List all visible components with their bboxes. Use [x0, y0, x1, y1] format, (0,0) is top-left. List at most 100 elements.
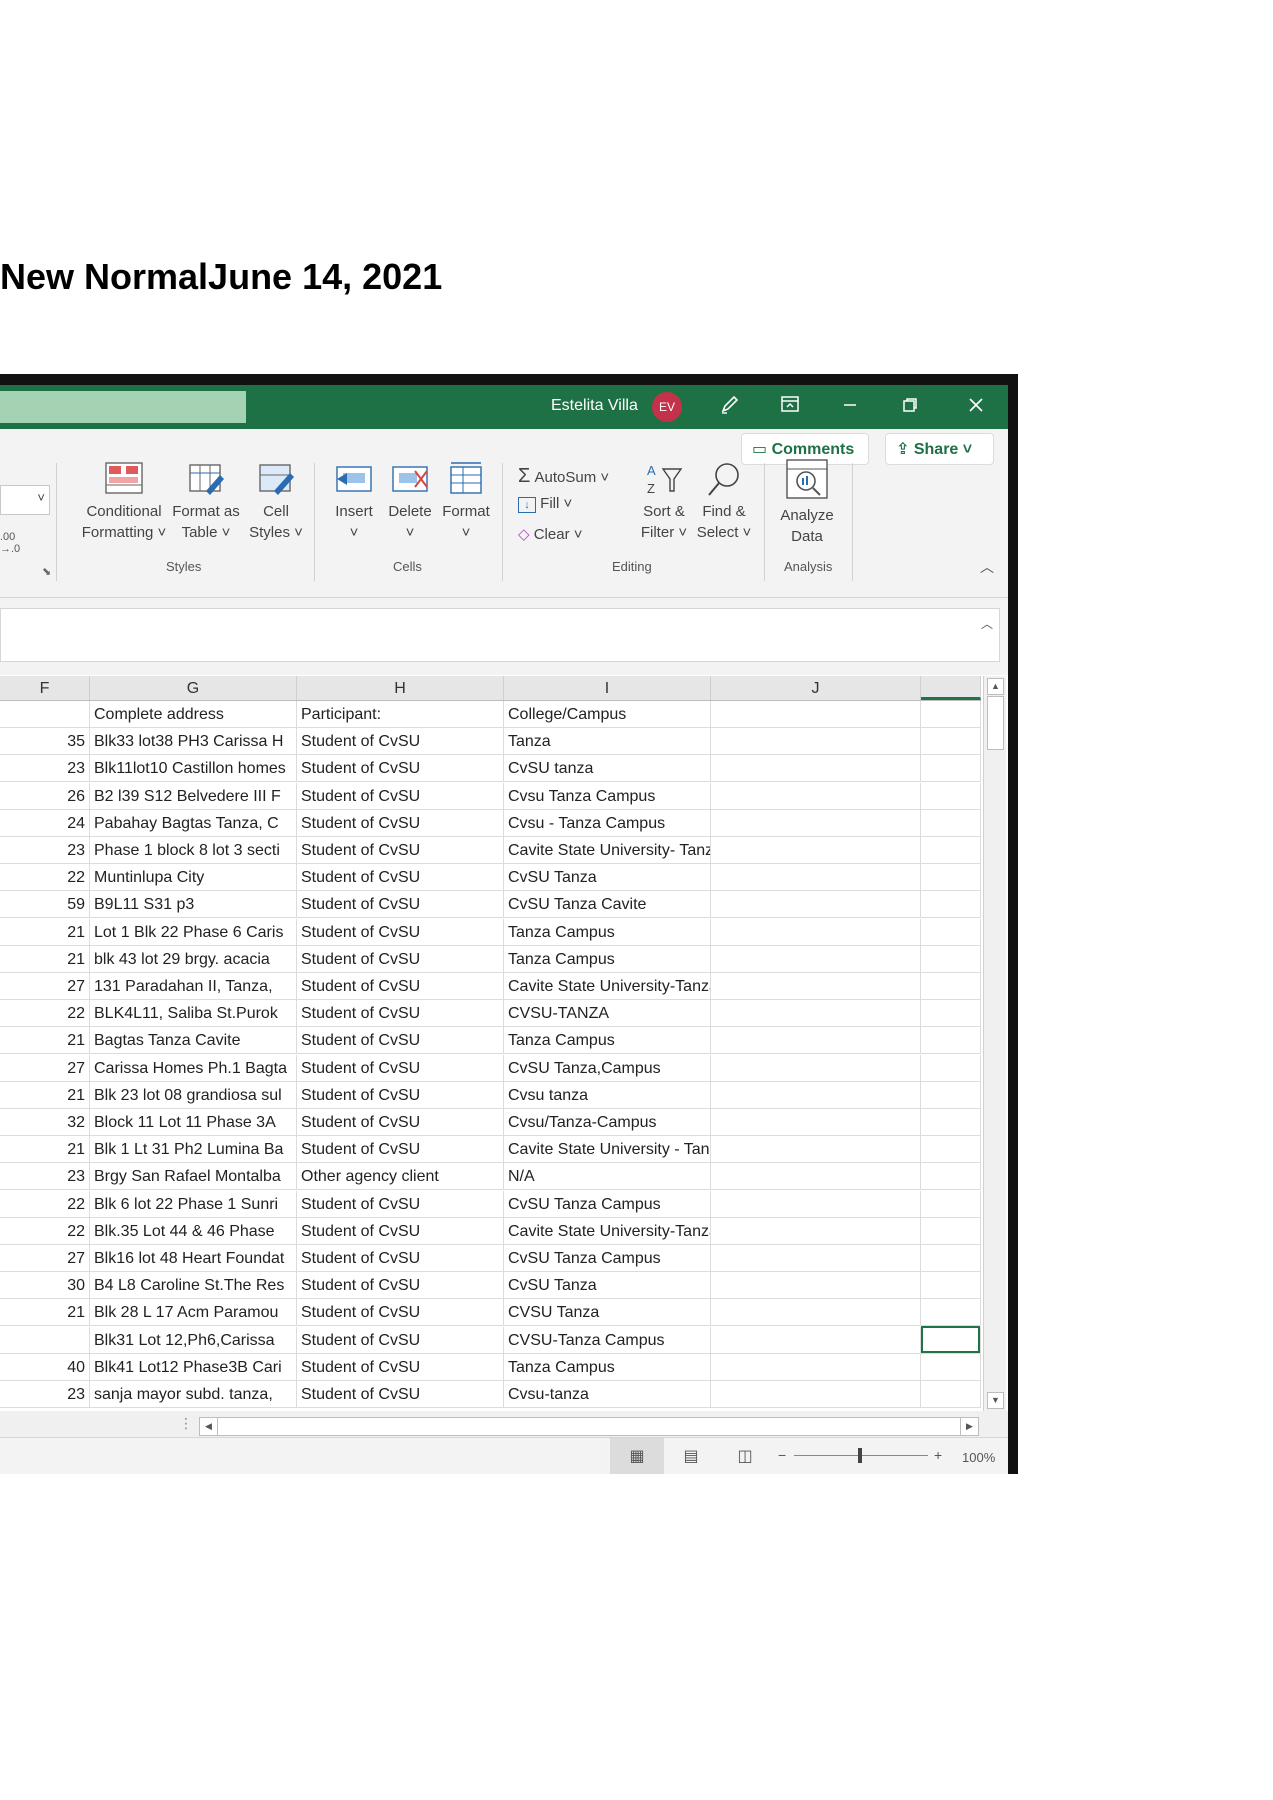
table-cell[interactable]: Student of CvSU	[297, 1245, 504, 1272]
table-cell[interactable]	[711, 1381, 921, 1408]
table-cell[interactable]	[711, 1190, 921, 1218]
table-cell[interactable]: Student of CvSU	[297, 864, 504, 892]
table-cell[interactable]: Student of CvSU	[297, 918, 504, 946]
table-cell[interactable]: B9L11 S31 p3	[90, 891, 297, 919]
table-cell[interactable]: B4 L8 Caroline St.The Res	[90, 1272, 297, 1300]
zoom-out-icon[interactable]: −	[778, 1447, 786, 1463]
table-cell[interactable]: Student of CvSU	[297, 1190, 504, 1218]
table-cell[interactable]: B2 l39 S12 Belvedere III F	[90, 782, 297, 810]
selected-cell[interactable]	[921, 1326, 980, 1353]
table-cell[interactable]: Carissa Homes Ph.1 Bagta	[90, 1054, 297, 1082]
table-cell[interactable]: sanja mayor subd. tanza,	[90, 1381, 297, 1408]
table-cell[interactable]: 23	[0, 755, 90, 783]
table-cell[interactable]: Tanza Campus	[504, 1027, 711, 1055]
scroll-left-icon[interactable]: ◀	[200, 1418, 218, 1435]
table-cell[interactable]: Cvsu-tanza	[504, 1381, 711, 1408]
table-cell[interactable]	[711, 837, 921, 864]
table-cell[interactable]: CvSU Tanza Campus	[504, 1245, 711, 1272]
table-cell[interactable]: 22	[0, 1000, 90, 1028]
restore-icon[interactable]	[896, 393, 924, 421]
table-cell[interactable]: Cvsu/Tanza-Campus	[504, 1109, 711, 1136]
table-cell[interactable]: CvSU tanza	[504, 755, 711, 783]
collapse-ribbon-icon[interactable]: ︿	[980, 557, 994, 577]
table-cell[interactable]	[711, 1217, 921, 1245]
zoom-slider-thumb[interactable]	[858, 1448, 862, 1463]
table-cell[interactable]: Tanza Campus	[504, 918, 711, 946]
user-avatar[interactable]: EV	[652, 392, 682, 422]
table-cell[interactable]: 21	[0, 1299, 90, 1327]
table-cell[interactable]: 23	[0, 837, 90, 864]
table-cell[interactable]: Student of CvSU	[297, 1000, 504, 1028]
table-cell[interactable]: Phase 1 block 8 lot 3 secti	[90, 837, 297, 864]
page-layout-view-icon[interactable]: ▤	[680, 1446, 702, 1465]
table-cell[interactable]	[711, 1245, 921, 1272]
table-cell[interactable]: blk 43 lot 29 brgy. acacia	[90, 945, 297, 973]
table-cell[interactable]: Tanza Campus	[504, 945, 711, 973]
table-cell[interactable]: Student of CvSU	[297, 1109, 504, 1136]
table-cell[interactable]: 22	[0, 1217, 90, 1245]
table-cell[interactable]: Cavite State University - Tanza Campus	[504, 1136, 711, 1164]
table-cell[interactable]	[921, 701, 981, 728]
delete-cells-button[interactable]: Delete ˅	[384, 461, 436, 543]
close-icon[interactable]	[962, 393, 990, 421]
table-cell[interactable]	[921, 1190, 981, 1218]
table-cell[interactable]	[921, 1081, 981, 1109]
table-cell[interactable]	[711, 918, 921, 946]
table-cell[interactable]	[711, 1272, 921, 1300]
zoom-level[interactable]: 100%	[962, 1450, 995, 1465]
page-break-preview-icon[interactable]: ◫	[734, 1446, 756, 1465]
table-cell[interactable]: CvSU Tanza Cavite	[504, 891, 711, 919]
table-cell[interactable]	[921, 1353, 981, 1381]
worksheet-grid[interactable]: Complete address Participant: College/Ca…	[0, 701, 981, 1411]
table-cell[interactable]	[711, 945, 921, 973]
table-cell[interactable]	[921, 809, 981, 837]
table-cell[interactable]: Blk31 Lot 12,Ph6,Carissa	[90, 1326, 297, 1354]
table-cell[interactable]: 27	[0, 1245, 90, 1272]
table-cell[interactable]	[921, 973, 981, 1000]
format-cells-button[interactable]: Format ˅	[438, 461, 494, 543]
table-cell[interactable]: Student of CvSU	[297, 1054, 504, 1082]
table-cell[interactable]: 21	[0, 1027, 90, 1055]
scroll-up-icon[interactable]: ▲	[987, 678, 1004, 695]
search-box[interactable]	[0, 391, 246, 423]
table-cell[interactable]	[0, 1326, 90, 1354]
table-cell[interactable]: Blk 6 lot 22 Phase 1 Sunri	[90, 1190, 297, 1218]
table-cell[interactable]: CVSU-TANZA	[504, 1000, 711, 1028]
table-cell[interactable]: Blk16 lot 48 Heart Foundat	[90, 1245, 297, 1272]
dialog-launcher-icon[interactable]: ⬊	[42, 565, 51, 578]
table-cell[interactable]: N/A	[504, 1163, 711, 1191]
table-cell[interactable]: Participant:	[297, 701, 504, 728]
table-cell[interactable]	[921, 891, 981, 919]
table-cell[interactable]: 23	[0, 1381, 90, 1408]
table-cell[interactable]: College/Campus	[504, 701, 711, 728]
insert-cells-button[interactable]: Insert ˅	[328, 461, 380, 543]
table-cell[interactable]	[921, 837, 981, 864]
table-cell[interactable]	[711, 809, 921, 837]
table-cell[interactable]: Student of CvSU	[297, 1326, 504, 1354]
zoom-in-icon[interactable]: +	[934, 1447, 942, 1463]
table-cell[interactable]	[921, 864, 981, 892]
column-header-k[interactable]	[921, 676, 981, 700]
table-cell[interactable]: Block 11 Lot 11 Phase 3A	[90, 1109, 297, 1136]
normal-view-icon[interactable]: ▦	[626, 1446, 648, 1465]
table-cell[interactable]: Student of CvSU	[297, 1381, 504, 1408]
clear-button[interactable]: ◇ Clear ˅	[518, 525, 583, 543]
table-cell[interactable]: Blk 23 lot 08 grandiosa sul	[90, 1081, 297, 1109]
table-cell[interactable]: Student of CvSU	[297, 809, 504, 837]
table-cell[interactable]: Student of CvSU	[297, 1299, 504, 1327]
format-as-table-button[interactable]: Format as Table ˅	[168, 461, 244, 543]
table-cell[interactable]: Blk.35 Lot 44 & 46 Phase	[90, 1217, 297, 1245]
column-header-j[interactable]: J	[711, 676, 921, 700]
table-cell[interactable]: Blk 1 Lt 31 Ph2 Lumina Ba	[90, 1136, 297, 1164]
table-cell[interactable]: Cavite State University-Tanza Campus	[504, 973, 711, 1000]
table-cell[interactable]: 40	[0, 1353, 90, 1381]
table-cell[interactable]	[921, 1054, 981, 1082]
column-header-i[interactable]: I	[504, 676, 711, 700]
table-cell[interactable]: 26	[0, 782, 90, 810]
table-cell[interactable]: Student of CvSU	[297, 755, 504, 783]
scroll-down-icon[interactable]: ▼	[987, 1392, 1004, 1409]
minimize-icon[interactable]	[836, 393, 864, 421]
fill-button[interactable]: ↓ Fill ˅	[518, 495, 572, 513]
table-cell[interactable]	[711, 973, 921, 1000]
table-cell[interactable]	[921, 1027, 981, 1055]
